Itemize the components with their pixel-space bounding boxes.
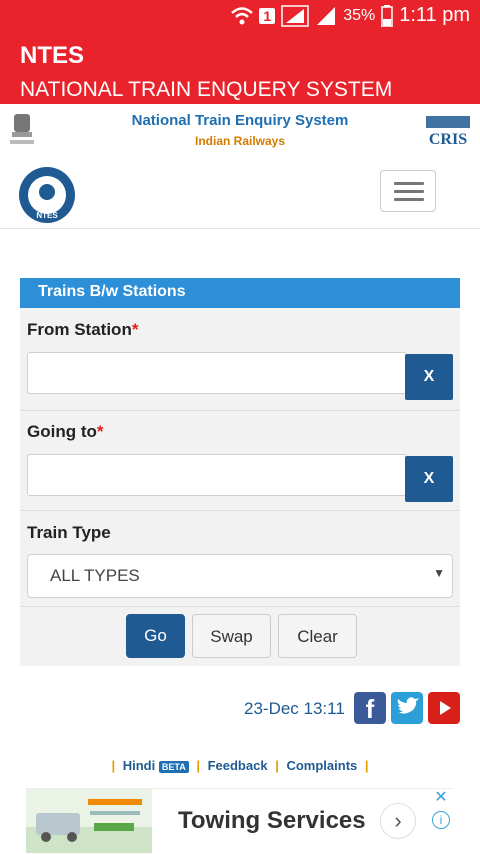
ntes-logo-icon[interactable]: NTES	[18, 166, 76, 224]
train-type-value: ALL TYPES	[50, 566, 140, 585]
trains-between-stations-panel: Trains B/w Stations From Station* X Goin…	[20, 278, 460, 666]
site-banner: National Train Enquiry System Indian Rai…	[0, 104, 480, 157]
divider	[20, 410, 460, 411]
hamburger-icon	[394, 190, 424, 193]
banner-title: National Train Enquiry System	[131, 112, 349, 129]
panel-title: Trains B/w Stations	[38, 283, 186, 300]
cris-logo-icon: CRIS	[426, 116, 470, 148]
complaints-link[interactable]: Complaints	[286, 758, 357, 773]
banner-subtitle: Indian Railways	[194, 134, 286, 148]
app-bar: NTES NATIONAL TRAIN ENQUERY SYSTEM	[0, 34, 480, 104]
going-to-input[interactable]	[27, 454, 407, 496]
dropdown-arrow-icon: ▼	[433, 566, 445, 580]
ad-close-icon[interactable]: ✕	[432, 789, 450, 807]
panel-header: Trains B/w Stations	[20, 278, 460, 308]
youtube-icon[interactable]	[428, 692, 460, 724]
facebook-icon[interactable]: f	[354, 692, 386, 724]
ad-banner[interactable]: Towing Services › ✕ i	[26, 788, 454, 853]
date-time: 23-Dec 13:11	[244, 699, 345, 718]
sim-badge: 1	[259, 7, 276, 24]
battery-percent: 35%	[343, 6, 376, 24]
navbar: NTES	[0, 156, 480, 229]
footer-links: | Hindi BETA | Feedback | Complaints |	[111, 758, 369, 773]
ad-info-icon[interactable]: i	[432, 811, 450, 829]
train-type-select[interactable]: ALL TYPES ▼	[27, 554, 453, 598]
divider	[20, 510, 460, 511]
ad-text[interactable]: Towing Services	[178, 807, 366, 835]
svg-text:NTES: NTES	[36, 211, 58, 220]
ad-image	[26, 789, 152, 853]
chevron-right-icon[interactable]: ›	[380, 803, 416, 839]
clear-button[interactable]: Clear	[278, 614, 357, 658]
hamburger-icon	[394, 182, 424, 185]
hamburger-icon	[394, 198, 424, 201]
signal-bars-icon	[317, 6, 336, 25]
train-type-label: Train Type	[27, 523, 111, 542]
divider	[20, 606, 460, 607]
clear-going-to-button[interactable]: X	[405, 456, 453, 502]
menu-button[interactable]	[380, 170, 436, 212]
app-subtitle: NATIONAL TRAIN ENQUERY SYSTEM	[20, 78, 393, 101]
battery-icon	[381, 4, 393, 27]
app-title: NTES	[20, 42, 85, 69]
swap-button[interactable]: Swap	[192, 614, 271, 658]
status-bar: 1 35% 1:11 pm	[0, 0, 480, 34]
going-to-label: Going to*	[27, 422, 104, 441]
go-button[interactable]: Go	[126, 614, 185, 658]
twitter-icon[interactable]	[391, 692, 423, 724]
from-station-label: From Station*	[27, 320, 139, 339]
beta-badge: BETA	[158, 760, 189, 773]
feedback-link[interactable]: Feedback	[208, 758, 268, 773]
clock: 1:11 pm	[399, 4, 470, 26]
wifi-icon	[231, 6, 254, 24]
clear-from-button[interactable]: X	[405, 354, 453, 400]
hindi-link[interactable]: Hindi	[123, 758, 156, 773]
from-station-input[interactable]	[27, 352, 407, 394]
svg-text:CRIS: CRIS	[429, 131, 467, 148]
signal-icon	[281, 4, 309, 27]
